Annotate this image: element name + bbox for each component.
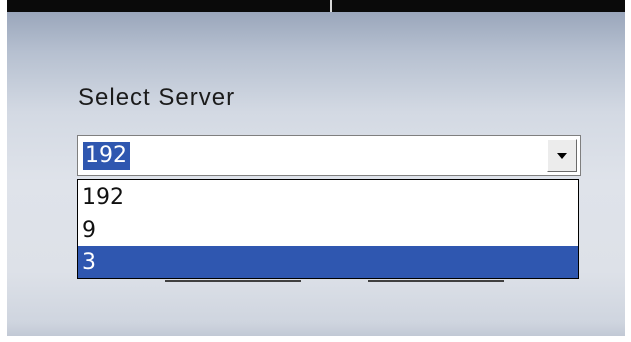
- server-option-9[interactable]: 9: [78, 214, 578, 247]
- server-option-3[interactable]: 3: [78, 246, 578, 278]
- server-option-192[interactable]: 192: [78, 181, 578, 214]
- cancel-button-edge: [368, 280, 504, 282]
- chevron-down-icon: [557, 153, 567, 159]
- server-combobox-value[interactable]: 192: [83, 142, 130, 170]
- server-combobox[interactable]: 192: [77, 135, 581, 176]
- frame-divider: [330, 0, 332, 12]
- ok-button-edge: [165, 280, 301, 282]
- server-dropdown-list: 192 9 3: [77, 179, 579, 279]
- dropdown-button[interactable]: [547, 139, 577, 172]
- dialog-title: Select Server: [78, 84, 236, 111]
